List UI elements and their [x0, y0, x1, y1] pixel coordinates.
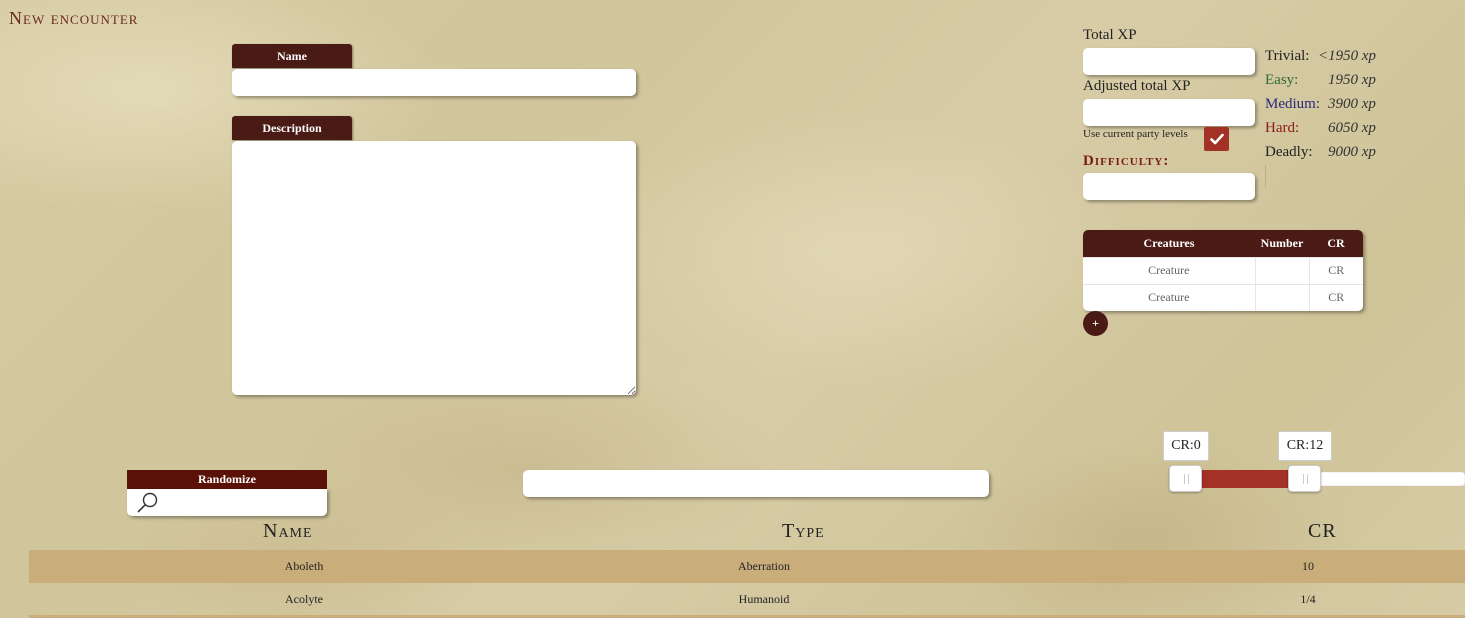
monster-name: Acolyte [285, 592, 323, 606]
divider [1265, 165, 1266, 187]
threshold-label: Medium: [1265, 96, 1320, 112]
monster-cr: 1/4 [1300, 592, 1316, 606]
threshold-label: Trivial: [1265, 48, 1310, 64]
number-header: Number [1255, 230, 1309, 257]
monster-name: Aboleth [284, 559, 324, 573]
threshold-label: Deadly: [1265, 144, 1313, 160]
monster-cr: 10 [1302, 559, 1314, 573]
cr-min-handle[interactable] [1169, 465, 1202, 492]
cr-cell[interactable]: CR [1309, 283, 1363, 311]
cr-max-handle[interactable] [1288, 465, 1321, 492]
type-column-header[interactable]: Type [782, 520, 825, 543]
cr-slider-range [1186, 470, 1304, 488]
checkmark-icon [1209, 133, 1224, 145]
randomize-button[interactable]: Randomize [127, 470, 327, 489]
threshold-easy: Easy: 1950 xp [1265, 68, 1405, 92]
threshold-hard: Hard: 6050 xp [1265, 116, 1405, 140]
number-cell[interactable] [1255, 256, 1310, 284]
threshold-value: 1950 xp [1328, 72, 1376, 88]
table-row[interactable]: Acolyte Humanoid 1/4 [29, 583, 1465, 616]
number-cell[interactable] [1255, 283, 1310, 311]
difficulty-thresholds: Trivial: <1950 xp Easy: 1950 xp Medium: 390… [1265, 44, 1405, 164]
threshold-value: 3900 xp [1328, 96, 1376, 112]
creatures-table: Creatures Number CR Creature CR Creature… [1083, 230, 1363, 311]
table-row: Creature CR [1083, 283, 1363, 311]
monster-type: Aberration [738, 559, 790, 573]
creatures-header: Creatures [1083, 230, 1255, 257]
search-icon [137, 492, 158, 513]
description-label: Description [232, 116, 352, 140]
name-column-header[interactable]: Name [263, 520, 313, 543]
difficulty-label: Difficulty: [1083, 153, 1170, 169]
adjusted-xp-label: Adjusted total XP [1083, 78, 1191, 94]
threshold-label: Easy: [1265, 72, 1299, 88]
monster-type: Humanoid [738, 592, 790, 606]
threshold-medium: Medium: 3900 xp [1265, 92, 1405, 116]
party-levels-checkbox[interactable] [1204, 127, 1229, 151]
threshold-value: <1950 xp [1318, 48, 1377, 64]
creature-cell[interactable]: Creature [1083, 256, 1256, 284]
name-label: Name [232, 44, 352, 68]
adjusted-xp-input[interactable] [1083, 99, 1255, 126]
total-xp-label: Total XP [1083, 27, 1137, 43]
difficulty-input[interactable] [1083, 173, 1255, 200]
table-row: Creature CR [1083, 256, 1363, 284]
name-input[interactable] [232, 69, 636, 96]
cr-max-badge: CR:12 [1278, 431, 1332, 461]
threshold-deadly: Deadly: 9000 xp [1265, 140, 1405, 164]
party-levels-label: Use current party levels [1083, 128, 1188, 140]
cr-cell[interactable]: CR [1309, 256, 1363, 284]
creature-cell[interactable]: Creature [1083, 283, 1256, 311]
threshold-value: 6050 xp [1328, 120, 1376, 136]
total-xp-input[interactable] [1083, 48, 1255, 75]
threshold-value: 9000 xp [1328, 144, 1376, 160]
description-textarea[interactable] [232, 141, 636, 395]
cr-column-header[interactable]: CR [1308, 520, 1337, 543]
table-row[interactable]: Aboleth Aberration 10 [29, 550, 1465, 583]
search-input[interactable] [163, 492, 321, 513]
add-creature-button[interactable]: + [1083, 311, 1108, 336]
cr-header: CR [1309, 230, 1363, 257]
cr-min-badge: CR:0 [1163, 431, 1209, 461]
search-field[interactable] [127, 489, 327, 516]
page-title: New encounter [9, 8, 139, 28]
threshold-trivial: Trivial: <1950 xp [1265, 44, 1405, 68]
type-filter-input[interactable] [523, 470, 989, 497]
threshold-label: Hard: [1265, 120, 1300, 136]
